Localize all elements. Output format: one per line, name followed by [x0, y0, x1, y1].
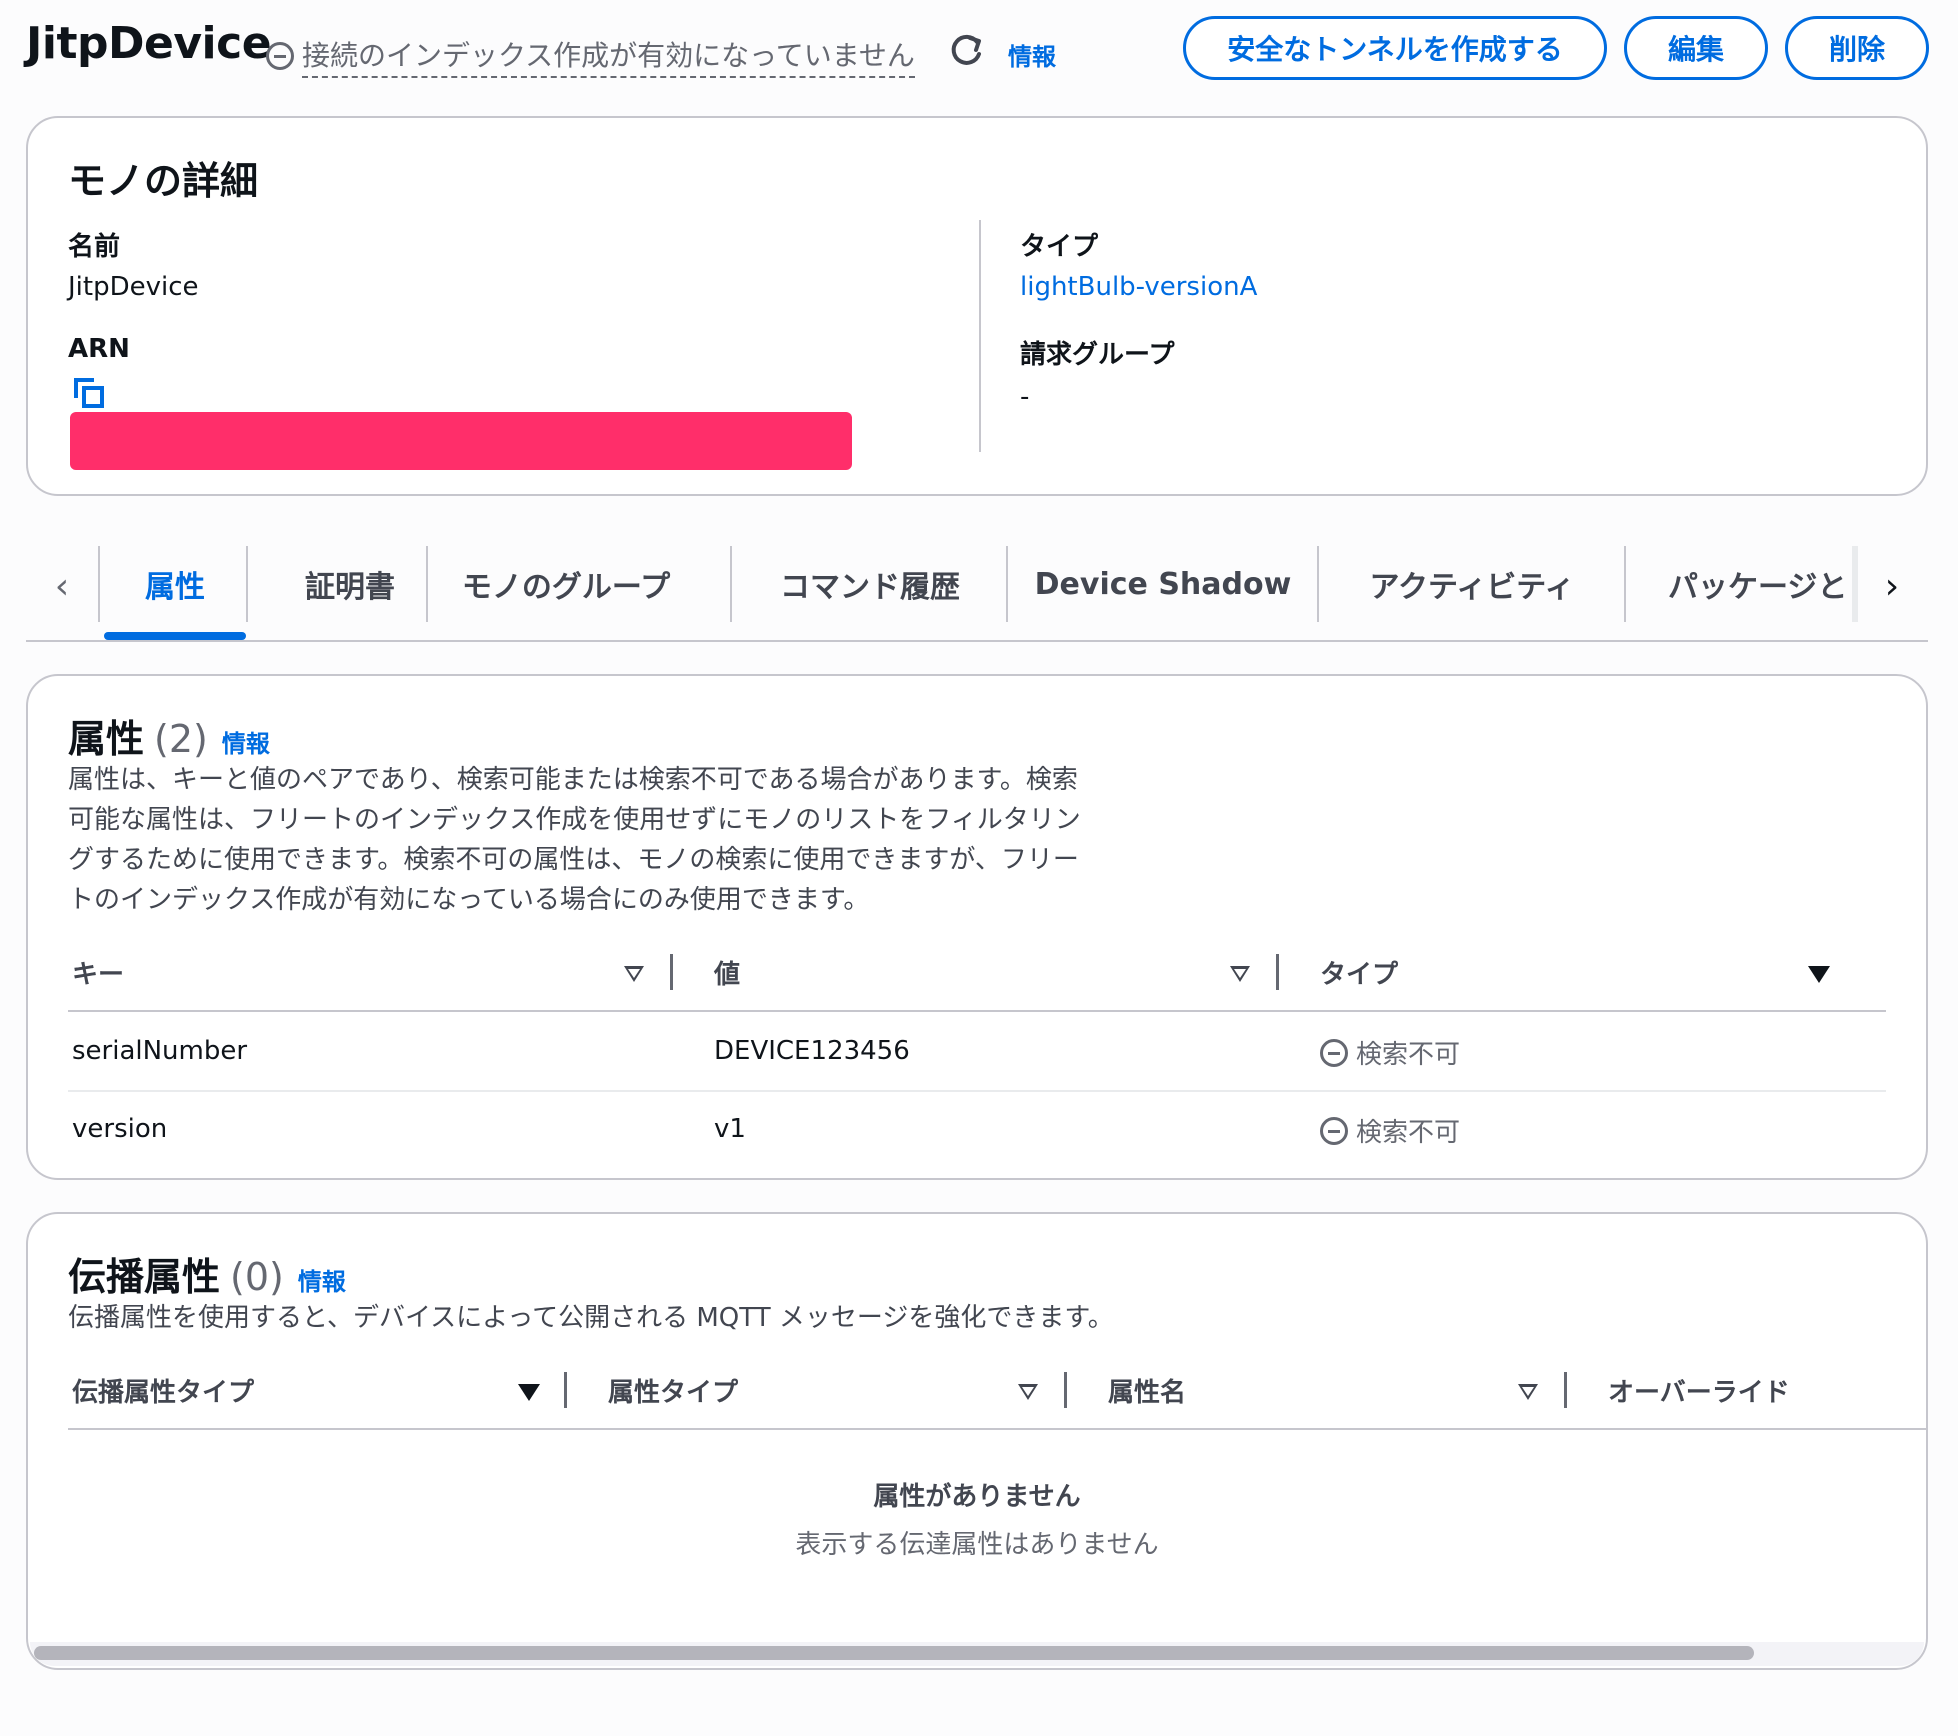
propagating-header: 伝播属性 (0) 情報 — [68, 1246, 346, 1301]
empty-state-title: 属性がありません — [873, 1482, 1081, 1512]
tab-activity[interactable]: アクティビティ — [1319, 544, 1625, 624]
name-value: JitpDevice — [68, 272, 199, 302]
col-header-attribute-name[interactable]: 属性名 — [1108, 1372, 1186, 1409]
tab-packages[interactable]: パッケージと — [1626, 544, 1878, 624]
empty-state-subtitle: 表示する伝達属性はありません — [795, 1530, 1159, 1560]
billing-group-value: - — [1020, 382, 1030, 412]
attributes-description: 属性は、キーと値のペアであり、検索可能または検索不可である場合があります。検索 … — [68, 765, 1081, 915]
propagating-count: (0) — [230, 1255, 284, 1299]
propagating-attributes-card: 伝播属性 (0) 情報 伝播属性を使用すると、デバイスによって公開される MQT… — [26, 1212, 1928, 1670]
row1-type: 検索不可 — [1320, 1034, 1460, 1071]
col-header-override[interactable]: オーバーライド — [1608, 1372, 1790, 1409]
col-header-value[interactable]: 値 — [714, 954, 740, 991]
attributes-info-link[interactable]: 情報 — [222, 724, 270, 759]
attributes-card: 属性 (2) 情報 属性は、キーと値のペアであり、検索可能または検索不可である場… — [26, 674, 1928, 1180]
sort-key-icon[interactable] — [624, 966, 644, 982]
thing-details-card: モノの詳細 名前 JitpDevice ARN タイプ lightBulb-ve… — [26, 116, 1928, 496]
refresh-icon[interactable] — [946, 30, 986, 70]
create-tunnel-button[interactable]: 安全なトンネルを作成する — [1183, 16, 1607, 80]
attributes-count: (2) — [154, 717, 208, 761]
tab-device-shadow[interactable]: Device Shadow — [1008, 544, 1318, 624]
propagating-title: 伝播属性 — [68, 1255, 221, 1299]
tab-scroll-left-icon[interactable]: ‹ — [42, 566, 82, 607]
tab-bar: ‹ 属性 証明書 モノのグループ コマンド履歴 Device Shadow アク… — [26, 544, 1928, 642]
tab-attributes[interactable]: 属性 — [104, 544, 246, 624]
billing-group-label: 請求グループ — [1020, 340, 1175, 370]
sort-propagating-type-icon[interactable] — [518, 1384, 540, 1401]
col-header-type[interactable]: タイプ — [1320, 954, 1398, 991]
details-divider — [979, 220, 981, 452]
sort-attribute-name-icon[interactable] — [1518, 1384, 1538, 1400]
tab-thing-groups[interactable]: モノのグループ — [428, 544, 704, 624]
row2-value: v1 — [714, 1114, 746, 1144]
type-link[interactable]: lightBulb-versionA — [1020, 272, 1257, 302]
status-text: 接続のインデックス作成が有効になっていません — [302, 34, 915, 78]
arn-redaction — [70, 412, 852, 470]
arn-label: ARN — [68, 334, 130, 364]
tab-command-history[interactable]: コマンド履歴 — [732, 544, 1008, 624]
page-title: JitpDevice — [26, 18, 272, 69]
active-tab-indicator — [104, 632, 246, 640]
sort-type-icon[interactable] — [1808, 966, 1830, 983]
row1-key: serialNumber — [72, 1036, 248, 1066]
not-searchable-icon — [1320, 1116, 1348, 1145]
tab-certificates[interactable]: 証明書 — [248, 544, 452, 624]
copy-icon[interactable] — [72, 376, 106, 410]
sort-attribute-type-icon[interactable] — [1018, 1384, 1038, 1400]
scrollbar-thumb[interactable] — [34, 1646, 1754, 1660]
col-header-key[interactable]: キー — [72, 954, 124, 991]
not-searchable-icon — [1320, 1038, 1348, 1067]
col-header-propagating-type[interactable]: 伝播属性タイプ — [72, 1372, 254, 1409]
attributes-header: 属性 (2) 情報 — [68, 708, 270, 763]
propagating-info-link[interactable]: 情報 — [298, 1262, 346, 1297]
edit-button[interactable]: 編集 — [1624, 16, 1768, 80]
delete-button[interactable]: 削除 — [1785, 16, 1929, 80]
row2-key: version — [72, 1114, 168, 1144]
col-header-attribute-type[interactable]: 属性タイプ — [608, 1372, 738, 1409]
propagating-description: 伝播属性を使用すると、デバイスによって公開される MQTT メッセージを強化でき… — [68, 1303, 1114, 1333]
type-label: タイプ — [1020, 232, 1099, 262]
details-title: モノの詳細 — [68, 159, 259, 203]
row2-type: 検索不可 — [1320, 1112, 1460, 1149]
sort-value-icon[interactable] — [1230, 966, 1250, 982]
indexing-status[interactable]: 接続のインデックス作成が有効になっていません — [266, 34, 915, 78]
attributes-title: 属性 — [68, 717, 145, 761]
status-minus-icon — [266, 42, 294, 70]
row1-value: DEVICE123456 — [714, 1036, 910, 1066]
name-label: 名前 — [68, 232, 121, 262]
header-info-link[interactable]: 情報 — [1008, 37, 1056, 72]
tab-scroll-right-icon[interactable]: › — [1872, 566, 1912, 607]
